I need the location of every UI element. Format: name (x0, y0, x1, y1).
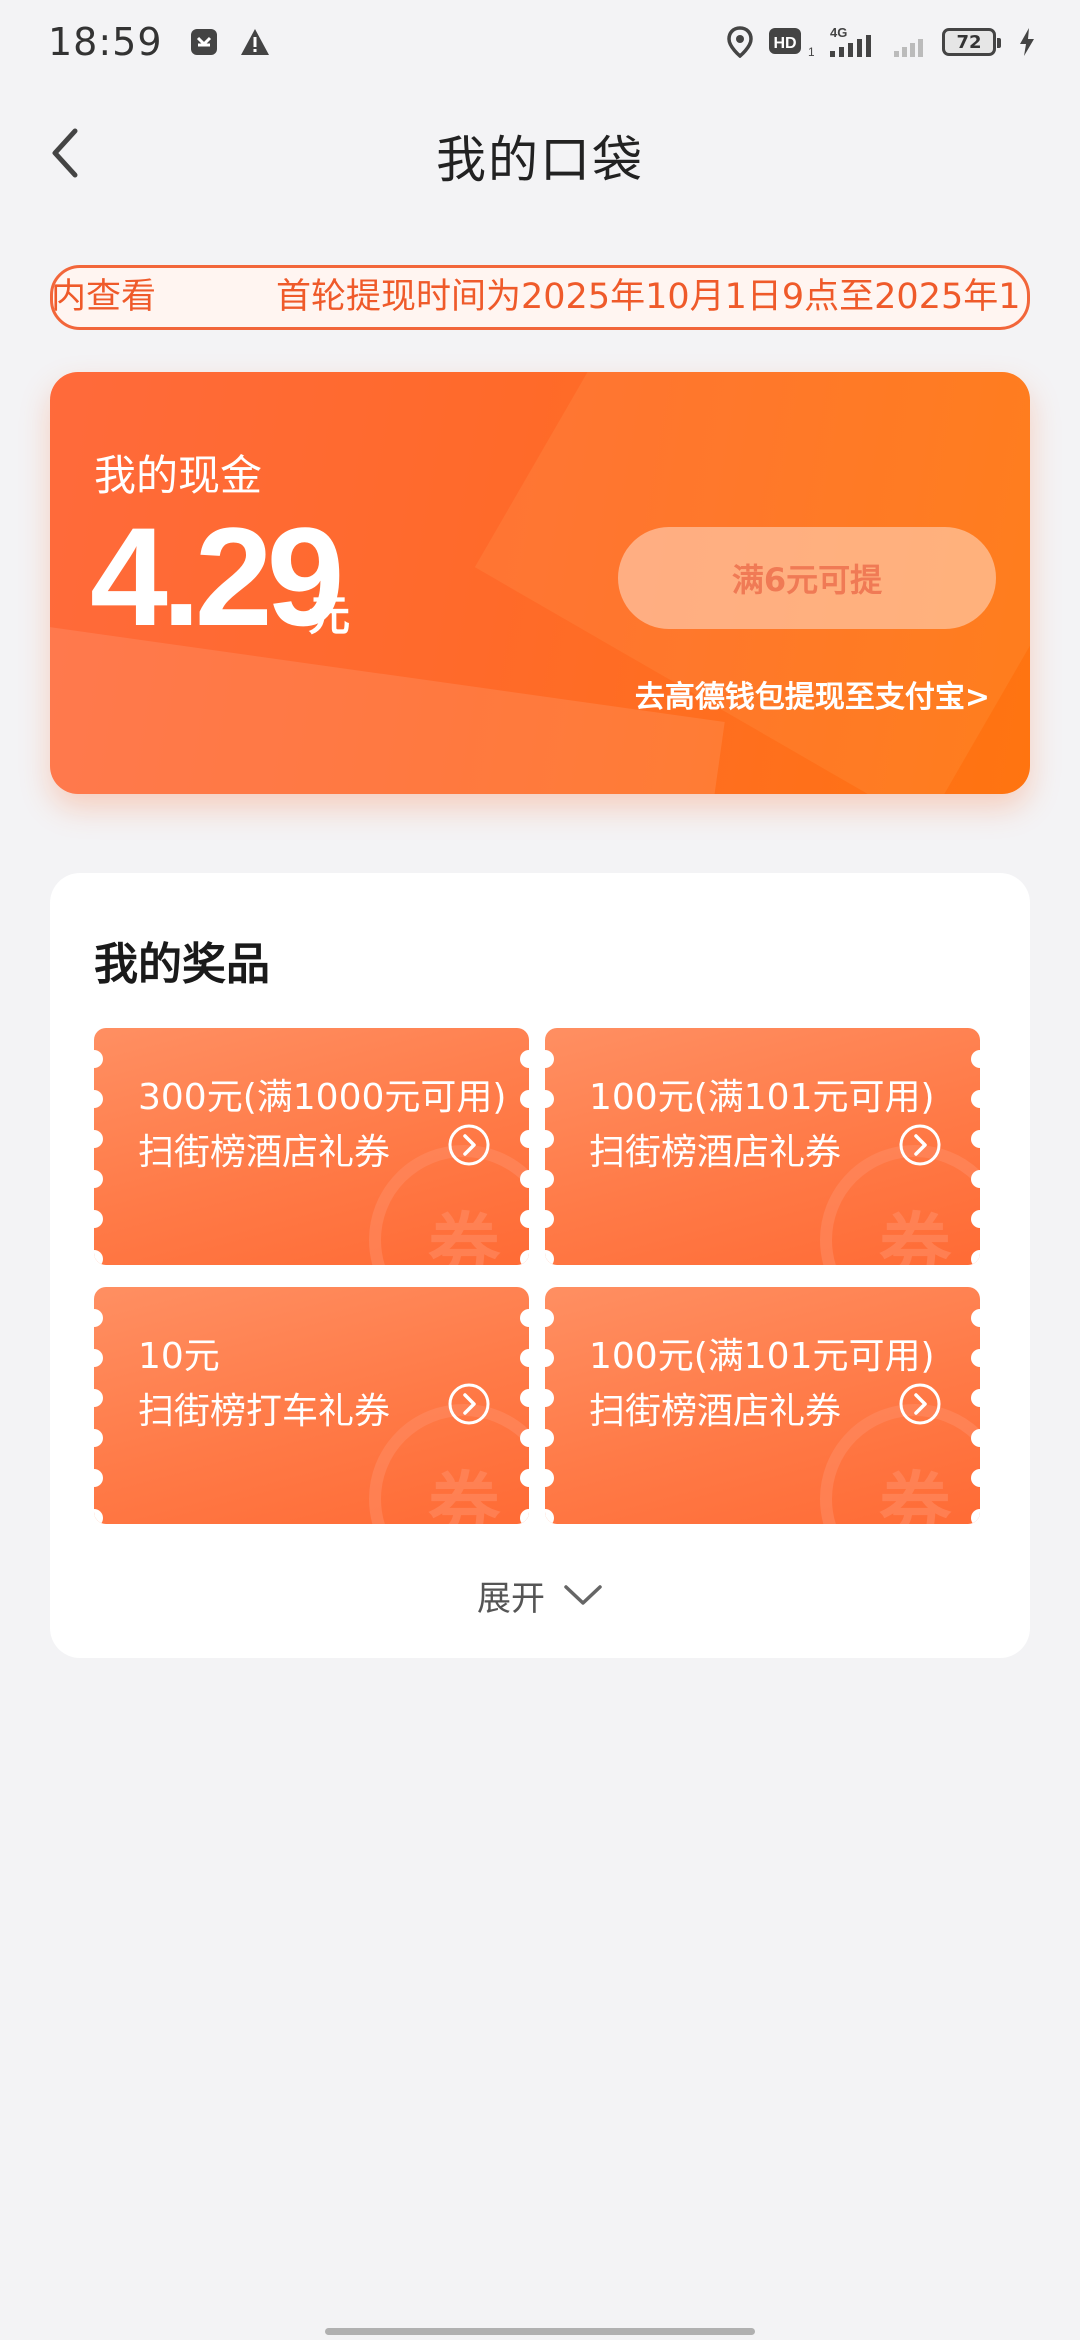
status-bar: 18:59 HD 1 4G 72 (0, 0, 1080, 84)
coupon-value: 10元 (138, 1336, 220, 1377)
location-icon (726, 26, 754, 58)
svg-text:HD: HD (773, 35, 796, 52)
withdraw-button[interactable]: 满6元可提 (618, 527, 996, 629)
chevron-circle-right-icon[interactable] (447, 1123, 491, 1167)
notice-text-b: 首轮提现时间为2025年10月1日9点至2025年1 (276, 277, 1021, 317)
status-time: 18:59 (48, 20, 163, 64)
coupon-name: 扫街榜打车礼券 (138, 1391, 391, 1432)
cash-unit: 元 (308, 591, 351, 640)
coupon-card[interactable]: 券 300元(满1000元可用) 扫街榜酒店礼券 (94, 1028, 529, 1265)
notice-banner[interactable]: 内查看 首轮提现时间为2025年10月1日9点至2025年1 (50, 265, 1030, 330)
coupon-value: 100元(满101元可用) (589, 1077, 935, 1118)
cash-label: 我的现金 (94, 451, 263, 500)
notice-text-a: 内查看 (51, 277, 157, 317)
notice-ticker: 内查看 首轮提现时间为2025年10月1日9点至2025年1 (53, 268, 1021, 327)
coupon-card[interactable]: 券 100元(满101元可用) 扫街榜酒店礼券 (545, 1287, 980, 1524)
wallet-withdraw-link[interactable]: 去高德钱包提现至支付宝> (635, 672, 990, 716)
app-icon (189, 27, 219, 57)
hd-icon: HD 1 (768, 26, 814, 58)
cash-amount: 4.29 (90, 498, 344, 655)
prizes-card: 我的奖品 券 300元(满1000元可用) 扫街榜酒店礼券 券 100元(满10… (50, 873, 1030, 1658)
page-title: 我的口袋 (436, 131, 644, 189)
coupon-value: 100元(满101元可用) (589, 1336, 935, 1377)
expand-label: 展开 (477, 1578, 545, 1619)
status-left-icons (189, 27, 271, 57)
coupon-card[interactable]: 券 100元(满101元可用) 扫街榜酒店礼券 (545, 1028, 980, 1265)
coupon-name: 扫街榜酒店礼券 (138, 1132, 391, 1173)
charging-icon (1018, 27, 1036, 57)
expand-button[interactable]: 展开 (50, 1565, 1030, 1625)
signal-4g-icon: 4G (828, 25, 878, 59)
coupon-name: 扫街榜酒店礼券 (589, 1132, 842, 1173)
status-right-icons: HD 1 4G 72 (726, 25, 1036, 59)
prizes-title: 我的奖品 (94, 939, 270, 990)
signal-icon (892, 25, 928, 59)
svg-text:4G: 4G (830, 25, 847, 40)
coupon-card[interactable]: 券 10元 扫街榜打车礼券 (94, 1287, 529, 1524)
chevron-down-icon (564, 1585, 602, 1605)
nav-bar: 我的口袋 (0, 100, 1080, 204)
chevron-circle-right-icon[interactable] (898, 1382, 942, 1426)
home-indicator[interactable] (325, 2328, 755, 2335)
chevron-circle-right-icon[interactable] (447, 1382, 491, 1426)
coupon-name: 扫街榜酒店礼券 (589, 1391, 842, 1432)
chevron-circle-right-icon[interactable] (898, 1123, 942, 1167)
coupon-value: 300元(满1000元可用) (138, 1077, 507, 1118)
cash-card: 我的现金 4.29 元 满6元可提 去高德钱包提现至支付宝> (50, 372, 1030, 794)
svg-text:1: 1 (808, 45, 814, 58)
battery-icon: 72 (942, 28, 1001, 56)
warning-icon (239, 27, 271, 57)
